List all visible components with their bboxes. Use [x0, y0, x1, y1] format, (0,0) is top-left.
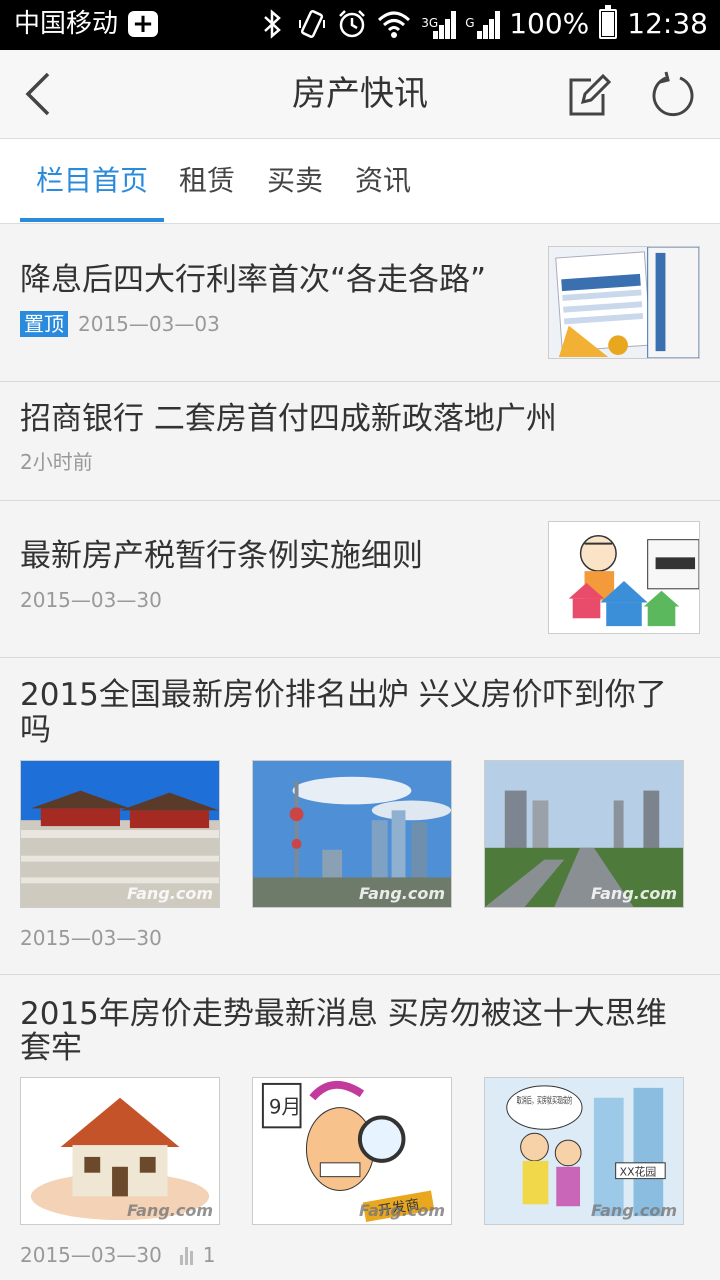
news-title-line-1: 2015年房价走势最新消息 买房勿被这十大思维: [20, 996, 667, 1032]
news-title: 降息后四大行利率首次“各走各路”: [20, 262, 487, 298]
news-item[interactable]: 招商银行 二套房首付四成新政落地广州 2小时前: [0, 382, 720, 501]
news-item[interactable]: 2015年房价走势最新消息 买房勿被这十大思维 套牢 Fang.com 9月 开…: [0, 975, 720, 1280]
news-thumbnail: [548, 246, 700, 359]
refresh-icon[interactable]: [648, 70, 698, 120]
carrier-label: 中国移动: [14, 9, 119, 39]
pinned-badge: 置顶: [20, 311, 68, 337]
watermark: Fang.com: [127, 1201, 213, 1220]
watermark: Fang.com: [359, 1201, 445, 1220]
signal-3g-icon: 3G: [421, 9, 457, 39]
news-title-line-2: 套牢: [20, 1030, 82, 1066]
news-thumbnail-skyline: Fang.com: [252, 760, 452, 908]
alarm-icon: [339, 10, 366, 38]
watermark: Fang.com: [127, 884, 213, 903]
speech-bubble-text: 取消后，买房就买现成的: [517, 1095, 573, 1107]
news-item[interactable]: 降息后四大行利率首次“各走各路” 置顶 2015—03—03: [0, 224, 720, 382]
news-title-line-2: 吗: [20, 712, 51, 748]
watermark: Fang.com: [591, 884, 677, 903]
news-thumbnail-cartoon-couple: 取消后，买房就买现成的 XX花园 Fang.com: [484, 1077, 684, 1225]
tab-buy-sell[interactable]: 买卖: [267, 161, 323, 201]
news-thumbnail-house: Fang.com: [20, 1077, 220, 1225]
news-meta: 2小时前: [20, 448, 93, 476]
news-item[interactable]: 2015全国最新房价排名出炉 兴义房价吓到你了 吗 Fang.com Fang.…: [0, 658, 720, 975]
garden-sign-text: XX花园: [620, 1166, 657, 1179]
tab-active-indicator: [20, 218, 164, 222]
news-thumbnail-road: Fang.com: [484, 760, 684, 908]
news-date: 2015—03—03: [78, 312, 220, 336]
news-date: 2小时前: [20, 450, 93, 474]
news-date: 2015—03—30: [20, 1243, 162, 1267]
category-tabs: 栏目首页 租赁 买卖 资讯: [0, 139, 720, 224]
app-bar: 房产快讯: [0, 50, 720, 139]
news-date: 2015—03—30: [20, 588, 162, 612]
wifi-icon: [378, 11, 411, 38]
news-date: 2015—03—30: [20, 926, 162, 950]
battery-percent: 100%: [509, 7, 590, 40]
news-item[interactable]: 最新房产税暂行条例实施细则 2015—03—30: [0, 501, 720, 658]
news-meta: 置顶 2015—03—03: [20, 310, 220, 338]
tab-rent[interactable]: 租赁: [179, 161, 235, 201]
news-thumbnail-palace: Fang.com: [20, 760, 220, 908]
signal-g-icon: G: [465, 9, 501, 39]
bluetooth-icon: [264, 9, 282, 39]
news-meta: 2015—03—30: [20, 924, 162, 952]
calendar-label: 9月: [269, 1096, 301, 1119]
tab-news[interactable]: 资讯: [355, 161, 411, 201]
views-icon: [179, 1245, 193, 1265]
clock: 12:38: [627, 7, 708, 40]
news-title-line-1: 2015全国最新房价排名出炉 兴义房价吓到你了: [20, 677, 667, 713]
add-notification-icon: +: [128, 11, 159, 37]
news-title: 最新房产税暂行条例实施细则: [20, 538, 423, 574]
news-title: 招商银行 二套房首付四成新政落地广州: [20, 401, 557, 437]
status-bar: 中国移动 + 3G G 100% 12:38: [0, 0, 720, 50]
watermark: Fang.com: [591, 1201, 677, 1220]
watermark: Fang.com: [359, 884, 445, 903]
news-meta: 2015—03—30 1: [20, 1241, 216, 1269]
battery-icon: [599, 5, 618, 39]
vibrate-icon: [299, 9, 326, 39]
news-thumbnail: [548, 521, 700, 634]
news-thumbnail-cartoon-magnifier: 9月 开发商 Fang.com: [252, 1077, 452, 1225]
news-meta: 2015—03—30: [20, 586, 162, 614]
views-count: 1: [202, 1243, 216, 1267]
network-g-label: G: [465, 16, 475, 30]
edit-icon[interactable]: [563, 70, 613, 120]
tab-home[interactable]: 栏目首页: [36, 161, 148, 201]
